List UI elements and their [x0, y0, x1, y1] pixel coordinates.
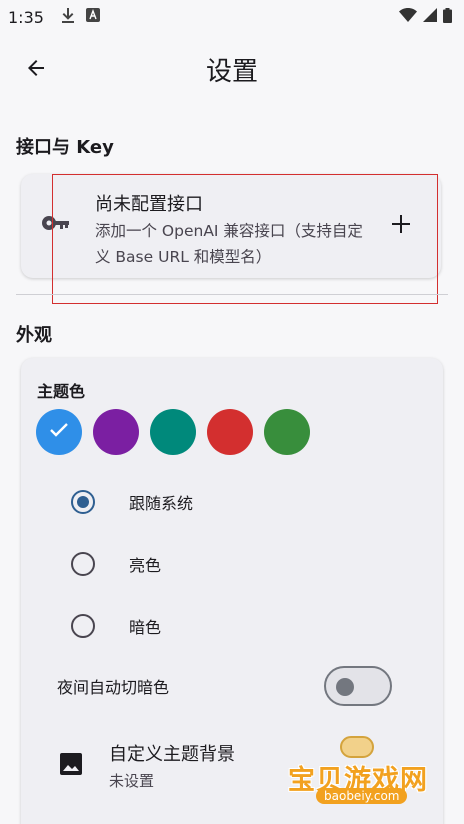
mode-label-system: 跟随系统 [129, 494, 194, 513]
swatch-red[interactable] [207, 409, 253, 455]
watermark-url: baobeiy.com [316, 788, 408, 804]
image-icon [59, 752, 83, 780]
night-auto-label: 夜间自动切暗色 [57, 678, 170, 697]
mode-option-dark[interactable]: 暗色 [61, 606, 421, 646]
page-title: 设置 [205, 57, 258, 87]
key-icon [41, 214, 71, 236]
gamepad-logo-icon [340, 736, 374, 758]
mode-label-dark: 暗色 [129, 618, 162, 637]
radio-button-selected[interactable] [71, 490, 95, 514]
add-api-card[interactable]: 尚未配置接口 添加一个 OpenAI 兼容接口（支持自定义 Base URL 和… [21, 174, 441, 278]
swatch-blue[interactable] [36, 409, 82, 455]
api-card-title: 尚未配置接口 [95, 194, 203, 215]
battery-icon [443, 7, 452, 27]
api-section-title: 接口与 Key [16, 137, 114, 158]
radio-button[interactable] [71, 552, 95, 576]
theme-color-swatches [36, 409, 310, 455]
mode-label-light: 亮色 [129, 556, 162, 575]
swatch-green[interactable] [264, 409, 310, 455]
night-auto-toggle[interactable] [324, 666, 392, 706]
swatch-teal[interactable] [150, 409, 196, 455]
download-icon [60, 7, 76, 27]
font-icon [85, 8, 100, 26]
status-bar: 1:35 [0, 0, 464, 34]
wifi-icon [399, 8, 417, 26]
status-time: 1:35 [8, 7, 44, 27]
theme-color-label: 主题色 [37, 382, 86, 401]
app-bar: 设置 [0, 34, 464, 102]
swatch-purple[interactable] [93, 409, 139, 455]
watermark: 宝贝游戏网 baobeiy.com [286, 736, 436, 806]
section-divider [16, 294, 448, 295]
check-icon [49, 422, 69, 442]
appearance-section-title: 外观 [16, 325, 52, 346]
radio-button[interactable] [71, 614, 95, 638]
api-card-description: 添加一个 OpenAI 兼容接口（支持自定义 Base URL 和模型名） [95, 222, 363, 266]
custom-background-title: 自定义主题背景 [109, 744, 235, 765]
plus-icon [391, 214, 411, 238]
add-api-button[interactable] [385, 210, 417, 242]
custom-background-subtitle: 未设置 [109, 772, 155, 790]
signal-icon [423, 8, 437, 26]
mode-option-light[interactable]: 亮色 [61, 544, 421, 584]
mode-option-system[interactable]: 跟随系统 [61, 482, 421, 522]
